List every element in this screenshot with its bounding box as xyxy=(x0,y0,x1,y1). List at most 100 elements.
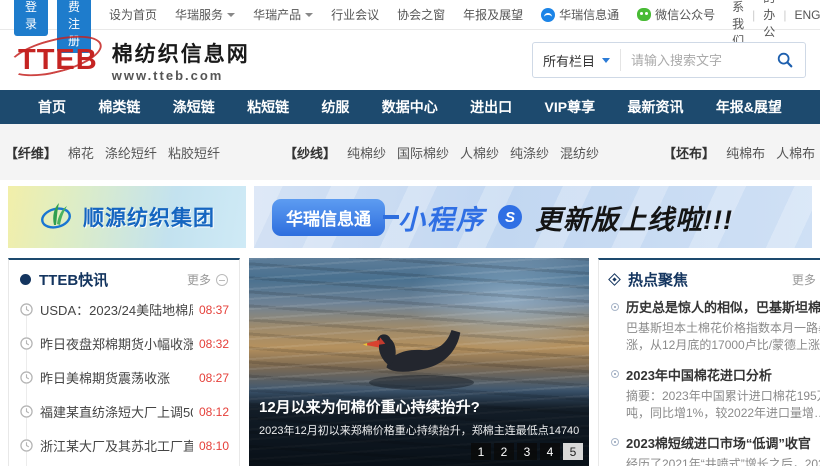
sub-nav: 【纤维】 棉花 涤纶短纤 粘胶短纤 【纱线】 纯棉纱 国际棉纱 人棉纱 纯涤纱 … xyxy=(0,124,820,180)
subnav-yarn-group: 【纱线】 纯棉纱 国际棉纱 人棉纱 纯涤纱 混纺纱 xyxy=(284,143,599,162)
banner-row: 顺源纺织集团 华瑞信息通 小程序 S 更新版上线啦!!! xyxy=(0,186,820,248)
site-logo[interactable]: TTEB 棉纺织信息网 www.tteb.com xyxy=(14,38,250,83)
huarui-info-app-link[interactable]: 华瑞信息通 xyxy=(541,6,619,23)
moorhen-photo xyxy=(349,310,499,400)
wechat-official-link[interactable]: 微信公众号 xyxy=(637,6,715,23)
search-category-dropdown[interactable]: 所有栏目 xyxy=(533,49,621,71)
hot-focus-panel: 热点聚焦 更多 历史总是惊人的相似，巴基斯坦棉... 巴基斯坦本土棉花价格指数本… xyxy=(598,258,820,466)
clock-icon xyxy=(20,405,33,418)
carousel-headline: 12月以来为何棉价重心持续抬升? xyxy=(259,396,579,417)
list-item[interactable]: 昨日夜盘郑棉期货小幅收涨 08:32 xyxy=(20,334,229,353)
set-homepage-link[interactable]: 设为首页 xyxy=(109,6,157,23)
annual-report-link[interactable]: 年报及展望 xyxy=(463,6,523,23)
subnav-blended-yarn[interactable]: 混纺纱 xyxy=(560,143,599,162)
list-item[interactable]: 福建某直纺涤短大厂上调50 08:12 xyxy=(20,402,229,421)
divider: | xyxy=(783,8,786,22)
ad-banner-shunyuan[interactable]: 顺源纺织集团 xyxy=(8,186,246,248)
clock-icon xyxy=(20,337,33,350)
list-item[interactable]: 2023年中国棉花进口分析 摘要：2023年中国累计进口棉花195万吨，同比增1… xyxy=(611,365,820,423)
login-button[interactable]: 登录 xyxy=(14,0,48,36)
subnav-cotton[interactable]: 棉花 xyxy=(68,143,94,162)
site-name: 棉纺织信息网 xyxy=(112,38,250,68)
search-input[interactable] xyxy=(621,53,765,68)
subnav-polyester-staple[interactable]: 涤纶短纤 xyxy=(105,143,157,162)
news-timestamp: 08:27 xyxy=(199,371,229,385)
list-item[interactable]: 浙江某大厂及其苏北工厂直纺涤 08:10 xyxy=(20,436,229,455)
subnav-rayon-yarn[interactable]: 人棉纱 xyxy=(460,143,499,162)
search-button[interactable] xyxy=(765,43,805,77)
nav-polyester-chain[interactable]: 涤短链 xyxy=(159,90,229,124)
focus-panel-header: 热点聚焦 更多 xyxy=(599,260,820,297)
subnav-viscose-staple[interactable]: 粘胶短纤 xyxy=(168,143,220,162)
content-row: TTEB快讯 更多 USDA：2023/24美陆地棉周度 08:37 昨日夜盘郑… xyxy=(0,248,820,466)
nav-annual-report[interactable]: 年报&展望 xyxy=(702,90,796,124)
nav-vip[interactable]: VIP尊享 xyxy=(531,90,610,124)
carousel-page-1[interactable]: 1 xyxy=(471,443,491,460)
logo-tteb-text: TTEB xyxy=(14,46,102,75)
group-label-yarn: 【纱线】 xyxy=(284,143,336,162)
carousel-page-2[interactable]: 2 xyxy=(494,443,514,460)
wechat-icon xyxy=(637,8,651,21)
clock-icon xyxy=(20,303,33,316)
shunyuan-logo-icon xyxy=(39,202,75,232)
clock-icon xyxy=(20,439,33,452)
divider: | xyxy=(752,8,755,22)
huarui-products-menu[interactable]: 华瑞产品 xyxy=(253,6,313,23)
news-more-link[interactable]: 更多 xyxy=(187,271,228,288)
site-header: TTEB 棉纺织信息网 www.tteb.com 所有栏目 xyxy=(0,30,820,90)
miniprogram-label: 小程序 xyxy=(398,198,485,237)
nav-data-center[interactable]: 数据中心 xyxy=(368,90,452,124)
focus-more-link[interactable]: 更多 xyxy=(792,271,820,288)
news-timestamp: 08:12 xyxy=(199,405,229,419)
group-label-fiber: 【纤维】 xyxy=(5,143,57,162)
site-name-block: 棉纺织信息网 www.tteb.com xyxy=(112,38,250,83)
news-timestamp: 08:10 xyxy=(199,439,229,453)
list-item[interactable]: 昨日美棉期货震荡收涨 08:27 xyxy=(20,368,229,387)
miniprogram-icon: S xyxy=(498,205,522,229)
clock-icon xyxy=(20,371,33,384)
list-item[interactable]: 2023棉短绒进口市场“低调”收官 经历了2021年“井喷式”增长之后，2022… xyxy=(611,433,820,466)
subnav-fabric-group: 【坯布】 纯棉布 人棉布 xyxy=(663,143,815,162)
news-panel-header: TTEB快讯 更多 xyxy=(9,260,239,297)
subnav-cotton-fabric[interactable]: 纯棉布 xyxy=(726,143,765,162)
subnav-rayon-fabric[interactable]: 人棉布 xyxy=(776,143,815,162)
industry-conference-link[interactable]: 行业会议 xyxy=(331,6,379,23)
chevron-down-icon xyxy=(602,58,610,63)
nav-latest-news[interactable]: 最新资讯 xyxy=(613,90,697,124)
chevron-down-icon xyxy=(305,13,313,17)
carousel-page-3[interactable]: 3 xyxy=(517,443,537,460)
nav-home[interactable]: 首页 xyxy=(24,90,80,124)
top-utility-bar: 登录 免费注册 设为首页 华瑞服务 华瑞产品 行业会议 协会之窗 年报及展望 华… xyxy=(0,0,820,30)
nav-viscose-chain[interactable]: 粘短链 xyxy=(233,90,303,124)
list-item[interactable]: USDA：2023/24美陆地棉周度 08:37 xyxy=(20,300,229,319)
nav-cotton-chain[interactable]: 棉类链 xyxy=(84,90,154,124)
filled-circle-icon xyxy=(20,274,31,285)
nav-import-export[interactable]: 进出口 xyxy=(456,90,526,124)
site-url: www.tteb.com xyxy=(112,68,250,83)
huarui-services-menu[interactable]: 华瑞服务 xyxy=(175,6,235,23)
list-item[interactable]: 历史总是惊人的相似，巴基斯坦棉... 巴基斯坦本土棉花价格指数本月一路暴涨，从1… xyxy=(611,297,820,355)
shunyuan-banner-text: 顺源纺织集团 xyxy=(83,202,215,232)
news-panel-title: TTEB快讯 xyxy=(39,269,108,290)
association-window-link[interactable]: 协会之窗 xyxy=(397,6,445,23)
nav-textile-apparel[interactable]: 纺服 xyxy=(307,90,363,124)
bullet-icon xyxy=(611,438,619,446)
subnav-polyester-yarn[interactable]: 纯涤纱 xyxy=(510,143,549,162)
carousel-subtitle: 2023年12月初以来郑棉价格重心持续抬升，郑棉主连最低点14740至2024.… xyxy=(259,422,579,438)
english-link[interactable]: ENGLISH xyxy=(794,8,820,22)
miniprogram-badge: 华瑞信息通 xyxy=(272,199,385,236)
ad-banner-miniprogram[interactable]: 华瑞信息通 小程序 S 更新版上线啦!!! xyxy=(254,186,812,248)
focus-item-title: 历史总是惊人的相似，巴基斯坦棉... xyxy=(611,297,820,316)
carousel-page-4[interactable]: 4 xyxy=(540,443,560,460)
chevron-down-icon xyxy=(227,13,235,17)
focus-panel-title: 热点聚焦 xyxy=(628,269,688,290)
subnav-intl-cotton-yarn[interactable]: 国际棉纱 xyxy=(397,143,449,162)
news-carousel[interactable]: 12月以来为何棉价重心持续抬升? 2023年12月初以来郑棉价格重心持续抬升，郑… xyxy=(249,258,589,466)
focus-list: 历史总是惊人的相似，巴基斯坦棉... 巴基斯坦本土棉花价格指数本月一路暴涨，从1… xyxy=(599,297,820,466)
search-icon xyxy=(776,51,794,69)
subnav-cotton-yarn[interactable]: 纯棉纱 xyxy=(347,143,386,162)
news-timestamp: 08:32 xyxy=(199,337,229,351)
carousel-page-5-active[interactable]: 5 xyxy=(563,443,583,460)
bullet-icon xyxy=(611,303,619,311)
focus-item-desc: 摘要：2023年中国累计进口棉花195万吨，同比增1%，较2022年进口量增加.… xyxy=(611,388,820,423)
